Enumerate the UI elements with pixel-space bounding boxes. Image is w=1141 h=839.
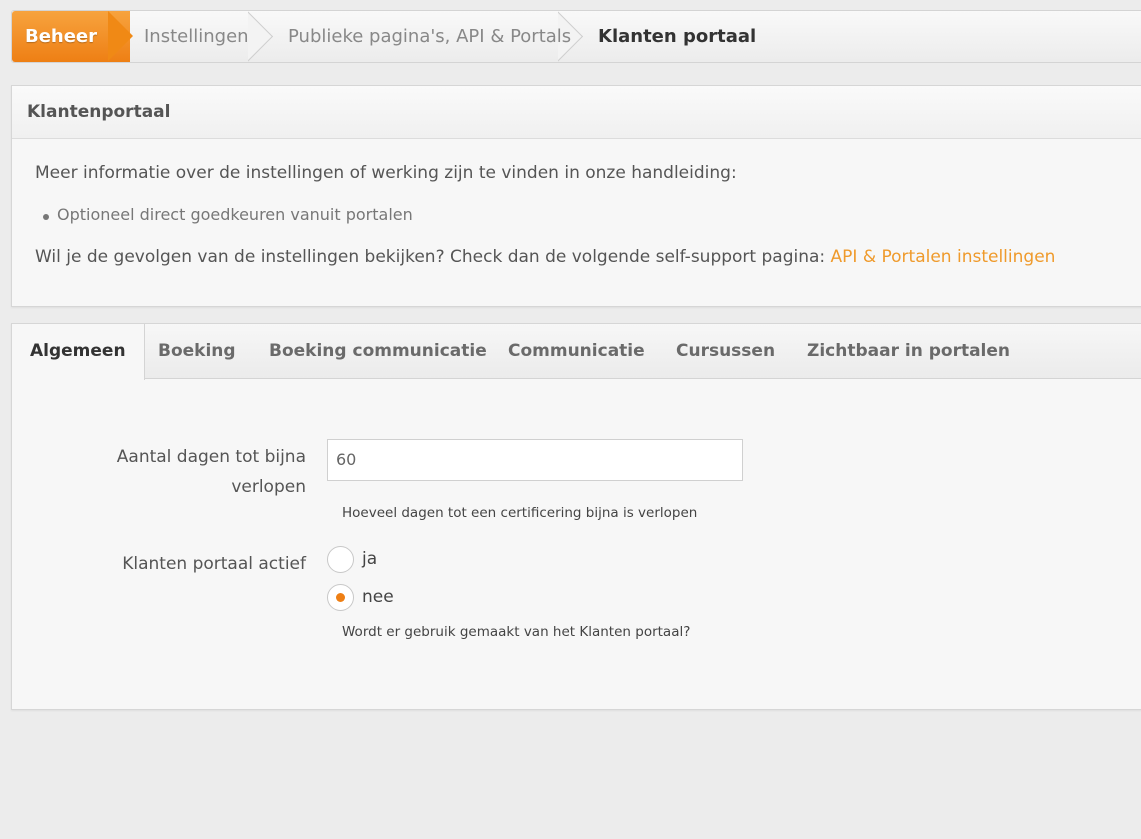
info-panel-title: Klantenportaal (12, 86, 1141, 139)
days-label-line2: verlopen (231, 477, 306, 497)
portal-active-help-text: Wordt er gebruik gemaakt van het Klanten… (342, 624, 691, 640)
breadcrumb-item-instellingen[interactable]: Instellingen (144, 11, 249, 62)
days-help-text: Hoeveel dagen tot een certificering bijn… (342, 505, 698, 521)
info-bullet-item[interactable]: Optioneel direct goedkeuren vanuit porta… (43, 205, 413, 224)
days-field-label: Aantal dagen tot bijna verlopen (106, 442, 306, 502)
radio-label-nee[interactable]: nee (362, 587, 394, 607)
radio-checked-icon[interactable] (327, 584, 354, 611)
tab-bar: Algemeen Boeking Boeking communicatie Co… (12, 324, 1141, 380)
radio-unchecked-icon[interactable] (327, 546, 354, 573)
portal-active-label: Klanten portaal actief (122, 554, 306, 574)
support-text: Wil je de gevolgen van de instellingen b… (35, 247, 826, 267)
days-input[interactable]: 60 (327, 439, 743, 481)
breadcrumb-separator (248, 9, 284, 64)
settings-panel: Algemeen Boeking Boeking communicatie Co… (11, 323, 1141, 710)
tab-algemeen[interactable]: Algemeen (12, 324, 145, 380)
days-label-line1: Aantal dagen tot bijna (116, 447, 306, 467)
breadcrumb-home-arrow (108, 11, 133, 61)
breadcrumb: Beheer Instellingen Publieke pagina's, A… (11, 10, 1141, 63)
info-bullet-text: Optioneel direct goedkeuren vanuit porta… (57, 205, 413, 224)
tab-communicatie[interactable]: Communicatie (508, 324, 645, 379)
tab-boeking-communicatie[interactable]: Boeking communicatie (269, 324, 487, 379)
tab-boeking[interactable]: Boeking (158, 324, 236, 379)
radio-label-ja[interactable]: ja (362, 549, 377, 569)
info-intro-text: Meer informatie over de instellingen of … (35, 163, 737, 183)
support-link[interactable]: API & Portalen instellingen (831, 247, 1056, 267)
tab-zichtbaar-in-portalen[interactable]: Zichtbaar in portalen (807, 324, 1010, 379)
breadcrumb-item-current: Klanten portaal (598, 26, 757, 47)
bullet-icon (43, 214, 49, 220)
info-panel: Klantenportaal Meer informatie over de i… (11, 85, 1141, 307)
tab-cursussen[interactable]: Cursussen (676, 324, 775, 379)
breadcrumb-item-publieke-paginas[interactable]: Publieke pagina's, API & Portals (288, 11, 571, 62)
support-text-line: Wil je de gevolgen van de instellingen b… (35, 247, 1055, 267)
